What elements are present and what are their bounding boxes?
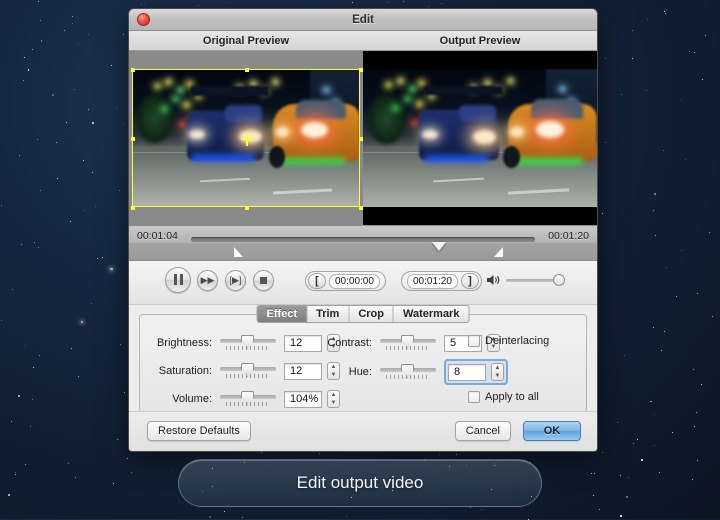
timeline-current-time: 00:01:04 [137, 230, 178, 242]
stepper-down-icon[interactable]: ▼ [495, 373, 501, 379]
output-preview-label: Output Preview [439, 35, 521, 47]
crop-center-crosshair[interactable] [241, 133, 254, 146]
trim-start-marker[interactable] [233, 247, 243, 257]
effect-panel: Brightness: 12 ▲ ▼ Saturation: 12 ▲ ▼ Vo… [139, 314, 587, 413]
output-preview-pane[interactable] [363, 51, 597, 225]
contrast-label: Contrast: [327, 337, 372, 349]
deinterlacing-checkbox-row[interactable]: Deinterlacing [468, 335, 549, 347]
crop-handle[interactable] [131, 206, 135, 210]
stop-button[interactable] [253, 270, 274, 291]
tab-watermark[interactable]: Watermark [394, 306, 468, 322]
stepper-up-icon[interactable]: ▲ [495, 365, 501, 371]
deinterlacing-label: Deinterlacing [485, 335, 550, 347]
trim-end-marker[interactable] [493, 247, 503, 257]
deinterlacing-checkbox[interactable] [468, 335, 480, 347]
hue-value-field[interactable]: 8 [448, 363, 486, 381]
stepper-up-icon[interactable]: ▲ [331, 392, 337, 398]
volume-slider-track[interactable] [506, 273, 565, 286]
window-footer: Restore Defaults Cancel OK [129, 411, 597, 451]
timeline-track[interactable] [191, 237, 535, 251]
set-out-point-button[interactable]: ] [460, 273, 479, 289]
effect-panel-area: Effect Trim Crop Watermark Brightness: 1… [129, 305, 597, 417]
tab-effect[interactable]: Effect [257, 306, 308, 322]
contrast-slider[interactable] [380, 333, 436, 353]
fast-forward-button[interactable]: ▶▶ [197, 270, 218, 291]
crop-handle[interactable] [245, 206, 249, 210]
crop-handle[interactable] [131, 137, 135, 141]
volume-slider-knob[interactable] [553, 273, 565, 286]
ok-button[interactable]: OK [523, 421, 581, 441]
speaker-icon[interactable] [487, 274, 501, 286]
cancel-button[interactable]: Cancel [454, 421, 511, 441]
saturation-row: Saturation: 12 ▲ ▼ [146, 361, 340, 381]
volume-control [487, 273, 565, 286]
hue-slider[interactable] [380, 362, 436, 382]
tab-trim[interactable]: Trim [307, 306, 350, 322]
crop-handle[interactable] [131, 68, 135, 72]
hue-label: Hue: [348, 366, 372, 378]
brightness-slider[interactable] [220, 333, 276, 353]
tab-bar: Effect Trim Crop Watermark [256, 305, 470, 323]
crop-handle[interactable] [245, 68, 249, 72]
timeline-bar[interactable]: 00:01:04 00:01:20 [129, 225, 597, 261]
stepper-down-icon[interactable]: ▼ [331, 400, 337, 406]
brightness-value-field[interactable]: 12 [284, 334, 322, 352]
letterbox-bottom [363, 207, 597, 225]
original-preview-pane[interactable] [129, 51, 363, 225]
volume-value-field[interactable]: 104% [284, 390, 322, 408]
banner-label: Edit output video [296, 473, 424, 492]
letterbox-top [363, 51, 597, 69]
set-in-point-button[interactable]: [ [308, 273, 326, 289]
hue-focus-ring: 8 ▲ ▼ [444, 359, 508, 385]
volume-stepper[interactable]: ▲ ▼ [327, 390, 340, 408]
apply-to-all-checkbox[interactable] [468, 391, 480, 403]
out-point-group: 00:01:20 ] [401, 271, 482, 291]
preview-area [129, 51, 597, 225]
saturation-label: Saturation: [158, 365, 212, 377]
frame-step-icon: [▶] [229, 275, 242, 285]
saturation-value-field[interactable]: 12 [284, 362, 322, 380]
volume-label: Volume: [172, 393, 212, 405]
frame-step-button[interactable]: [▶] [225, 270, 246, 291]
in-point-time[interactable]: 00:00:00 [329, 273, 380, 289]
volume-row: Volume: 104% ▲ ▼ [146, 389, 340, 409]
out-point-time[interactable]: 00:01:20 [407, 273, 458, 289]
volume-effect-slider[interactable] [220, 389, 276, 409]
crop-selection-box[interactable] [131, 68, 363, 210]
hue-stepper[interactable]: ▲ ▼ [491, 363, 504, 381]
brightness-label: Brightness: [156, 337, 212, 349]
window-titlebar: Edit [129, 9, 597, 31]
hue-row: Hue: 8 ▲ ▼ [318, 359, 508, 385]
pause-button[interactable] [165, 267, 191, 293]
apply-to-all-label: Apply to all [485, 391, 539, 403]
tab-crop[interactable]: Crop [349, 306, 395, 322]
timeline-total-time: 00:01:20 [548, 230, 589, 242]
in-out-point-group: [ 00:00:00 [305, 271, 386, 291]
edit-output-video-banner[interactable]: Edit output video [178, 459, 542, 507]
fast-forward-icon: ▶▶ [200, 275, 215, 285]
preview-headers: Original Preview Output Preview [129, 31, 597, 51]
original-preview-label: Original Preview [202, 35, 290, 47]
apply-to-all-checkbox-row[interactable]: Apply to all [468, 391, 539, 403]
timeline-playhead[interactable] [431, 242, 446, 251]
stop-icon [260, 277, 267, 284]
brightness-row: Brightness: 12 ▲ ▼ [146, 333, 340, 353]
output-video-frame [363, 69, 597, 207]
window-title: Edit [352, 13, 374, 26]
pause-icon [172, 271, 184, 289]
close-icon[interactable] [137, 13, 150, 26]
restore-defaults-button[interactable]: Restore Defaults [147, 421, 251, 441]
transport-controls: ▶▶ [▶] [ 00:00:00 00:01:20 ] [129, 261, 597, 305]
saturation-slider[interactable] [220, 361, 276, 381]
edit-window: Edit Original Preview Output Preview 00:… [128, 8, 598, 452]
